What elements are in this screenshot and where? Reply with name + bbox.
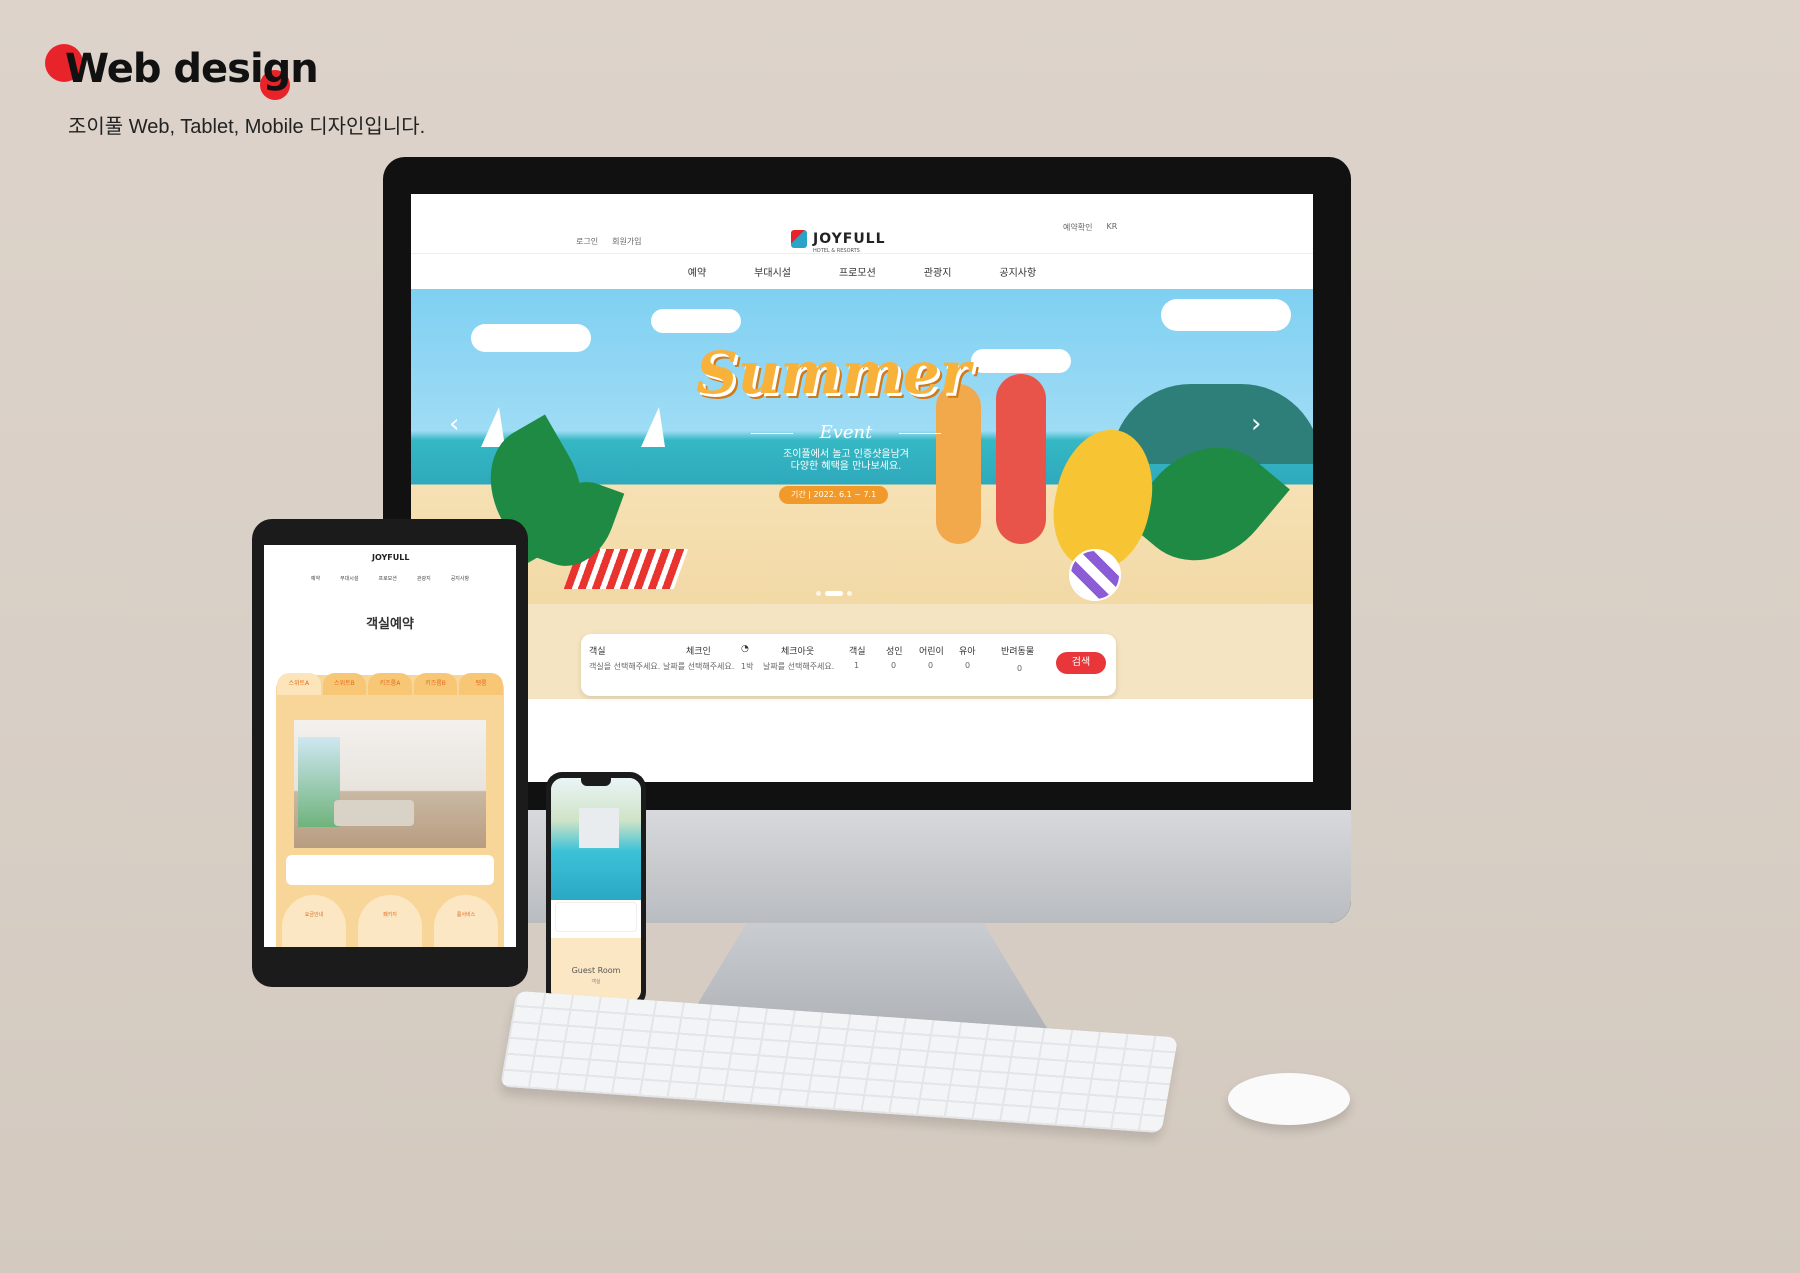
moon-icon: ◔ xyxy=(741,644,749,654)
desktop-screen: 로그인 회원가입 JOYFULL HOTEL & RESORTS 예약확인 KR… xyxy=(411,194,1313,782)
nav-item[interactable]: 부대시설 xyxy=(340,575,358,582)
infant-stepper[interactable]: 0 xyxy=(965,661,970,670)
info-card[interactable]: 요금안내 xyxy=(282,895,346,947)
tab-pet-room[interactable]: 펫룸 xyxy=(459,673,503,695)
adult-label: 성인 xyxy=(886,647,903,657)
person-illustration xyxy=(996,374,1046,544)
phone-booking-bar xyxy=(555,902,637,932)
page-subtitle: 조이풀 Web, Tablet, Mobile 디자인입니다. xyxy=(68,116,426,138)
login-link[interactable]: 로그인 xyxy=(576,236,598,247)
main-nav: 예약 부대시설 프로모션 관광지 공지사항 xyxy=(411,254,1313,289)
util-nav-right: 예약확인 KR xyxy=(1063,222,1117,233)
pet-label: 반려동물 xyxy=(1001,647,1035,657)
hero-banner: Summer Event 조이풀에서 놀고 인증샷을남겨 다양한 혜택을 만나보… xyxy=(411,289,1313,604)
checkin-date-field[interactable]: 날짜를 선택해주세요. xyxy=(663,661,734,672)
tablet-logo[interactable]: JOYFULL xyxy=(372,553,409,562)
nav-item[interactable]: 관광지 xyxy=(417,575,431,582)
rooms-label: 객실 xyxy=(849,647,866,657)
pet-stepper[interactable]: 0 xyxy=(1017,664,1022,673)
cloud-shape xyxy=(971,349,1071,373)
beach-ball-icon xyxy=(1069,549,1121,601)
room-reservation-title: 객실예약 xyxy=(366,617,414,632)
infant-label: 유아 xyxy=(959,647,976,657)
adult-stepper[interactable]: 0 xyxy=(891,661,896,670)
tablet-nav: 예약 부대시설 프로모션 관광지 공지사항 xyxy=(264,575,516,582)
info-cards: 요금안내 패키지 룸서비스 xyxy=(276,895,504,947)
nav-item-facilities[interactable]: 부대시설 xyxy=(754,264,791,279)
cloud-shape xyxy=(651,309,741,333)
nav-item-attractions[interactable]: 관광지 xyxy=(924,264,952,279)
event-period-badge: 기간 | 2022. 6.1 ~ 7.1 xyxy=(779,486,889,504)
hero-headline: Summer xyxy=(696,339,971,407)
guest-room-subtitle: 객실 xyxy=(591,979,601,985)
tablet-booking-bar xyxy=(286,855,494,885)
booking-bar: 객실 객실을 선택해주세요. 체크인 날짜를 선택해주세요. ◔ 1박 체크아웃… xyxy=(581,634,1116,696)
room-select[interactable]: 객실을 선택해주세요. xyxy=(589,661,660,672)
reservation-check-link[interactable]: 예약확인 xyxy=(1063,222,1092,233)
cloud-shape xyxy=(1161,299,1291,331)
info-card[interactable]: 룸서비스 xyxy=(434,895,498,947)
nav-item[interactable]: 공지사항 xyxy=(451,575,469,582)
signup-link[interactable]: 회원가입 xyxy=(612,236,641,247)
language-link[interactable]: KR xyxy=(1106,222,1117,233)
hero-subhead: Event xyxy=(751,422,941,443)
logo-icon xyxy=(791,230,807,248)
desktop-header: 로그인 회원가입 JOYFULL HOTEL & RESORTS 예약확인 KR xyxy=(411,194,1313,254)
content-area xyxy=(411,699,1313,782)
carousel-dots[interactable] xyxy=(816,591,852,596)
phone-screen: Guest Room 객실 xyxy=(551,778,641,1002)
monitor-chin xyxy=(383,810,1351,923)
tab-kids-a[interactable]: 키즈룸A xyxy=(368,673,412,695)
brand-block: Web design xyxy=(45,40,319,100)
tab-kids-b[interactable]: 키즈룸B xyxy=(413,673,458,695)
tab-suite-a[interactable]: 스위트A xyxy=(277,673,321,695)
hero-copy: 조이풀에서 놀고 인증샷을남겨 다양한 혜택을 만나보세요. xyxy=(731,449,961,473)
hero-copy-line: 다양한 혜택을 만나보세요. xyxy=(790,461,902,472)
search-button[interactable]: 검색 xyxy=(1056,652,1106,674)
checkout-date-field[interactable]: 날짜를 선택해주세요. xyxy=(763,661,834,672)
nav-item-promotion[interactable]: 프로모션 xyxy=(839,264,876,279)
hero-copy-line: 조이풀에서 놀고 인증샷을남겨 xyxy=(783,449,909,460)
checkin-label: 체크인 xyxy=(686,647,711,657)
rooms-stepper[interactable]: 1 xyxy=(854,661,859,670)
logo-subtext: HOTEL & RESORTS xyxy=(813,248,860,254)
sailboat-icon xyxy=(641,407,665,447)
room-tabs: 스위트A 스위트B 키즈룸A 키즈룸B 펫룸 xyxy=(276,673,504,695)
tab-suite-b[interactable]: 스위트B xyxy=(322,673,367,695)
child-label: 어린이 xyxy=(919,647,944,657)
checkout-label: 체크아웃 xyxy=(781,647,815,657)
guest-room-title: Guest Room xyxy=(571,966,621,975)
chevron-right-icon[interactable]: › xyxy=(1251,409,1261,439)
mouse xyxy=(1228,1073,1350,1125)
site-logo[interactable]: JOYFULL HOTEL & RESORTS xyxy=(791,230,886,254)
info-card[interactable]: 패키지 xyxy=(358,895,422,947)
nights-count: 1박 xyxy=(741,662,754,671)
nav-item-reservation[interactable]: 예약 xyxy=(688,264,706,279)
phone-hero-image xyxy=(551,778,641,900)
nav-item[interactable]: 프로모션 xyxy=(378,575,396,582)
chevron-left-icon[interactable]: ‹ xyxy=(449,409,459,439)
phone-notch xyxy=(581,778,611,786)
nav-item-notice[interactable]: 공지사항 xyxy=(999,264,1036,279)
tablet-screen: JOYFULL 예약 부대시설 프로모션 관광지 공지사항 객실예약 스위트A … xyxy=(264,545,516,947)
nav-item[interactable]: 예약 xyxy=(311,575,320,582)
page-title: Web design xyxy=(65,46,319,92)
room-sofa xyxy=(334,800,414,826)
cloud-shape xyxy=(471,324,591,352)
child-stepper[interactable]: 0 xyxy=(928,661,933,670)
hotel-building xyxy=(579,808,619,848)
util-nav-left: 로그인 회원가입 xyxy=(576,236,642,247)
room-label: 객실 xyxy=(589,647,606,657)
logo-text: JOYFULL xyxy=(813,231,886,247)
